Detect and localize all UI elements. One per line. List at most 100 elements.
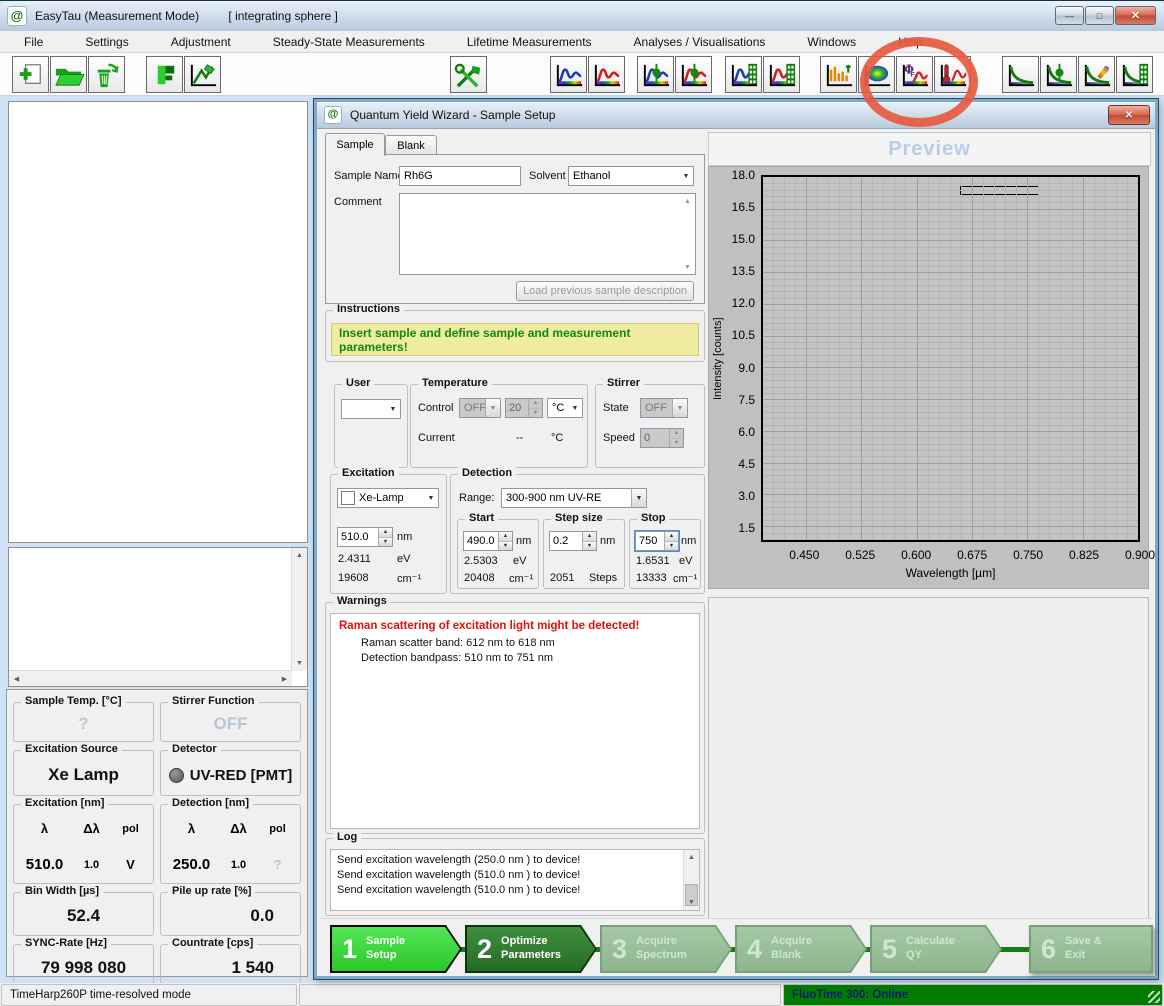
decay-optimize-button[interactable] xyxy=(1040,56,1077,93)
maximize-button[interactable]: □ xyxy=(1085,6,1114,25)
menu-item-adjustment[interactable]: Adjustment xyxy=(167,33,235,51)
scroll-up-icon[interactable]: ▲ xyxy=(292,548,307,563)
scroll-down-icon[interactable]: ▼ xyxy=(292,656,307,671)
emission-series-button[interactable] xyxy=(763,56,800,93)
temperature-setpoint-spinner[interactable]: 20 ▲▼ xyxy=(505,398,543,418)
chevron-down-icon[interactable]: ▼ xyxy=(568,399,582,417)
menu-item-windows[interactable]: Windows xyxy=(803,33,860,51)
stirrer-state-dropdown[interactable]: OFF ▼ xyxy=(640,398,688,418)
menu-item-help[interactable]: Help xyxy=(894,33,927,51)
solvent-dropdown[interactable]: Ethanol ▼ xyxy=(568,166,694,186)
menu-item-analyses-visualisations[interactable]: Analyses / Visualisations xyxy=(630,33,770,51)
stop-wavelength-spinner[interactable]: 750 ▲▼ xyxy=(635,531,679,551)
start-wavelength-spinner[interactable]: 490.0 ▲▼ xyxy=(463,531,513,551)
horizontal-scrollbar[interactable]: ◀ ▶ xyxy=(9,670,292,686)
gridline xyxy=(1105,177,1106,540)
spin-up-icon[interactable]: ▲ xyxy=(499,532,512,542)
resize-grip[interactable] xyxy=(1148,991,1160,1003)
docking-station-icon xyxy=(149,61,181,89)
source-checkbox[interactable] xyxy=(341,491,355,505)
tab-sample[interactable]: Sample xyxy=(325,133,385,156)
spin-up-icon[interactable]: ▲ xyxy=(379,528,392,538)
open-file-button[interactable] xyxy=(50,56,87,93)
emission-spectrum-button[interactable] xyxy=(588,56,625,93)
excitation-source-dropdown[interactable]: Xe-Lamp ▼ xyxy=(337,488,439,508)
menu-item-file[interactable]: File xyxy=(20,33,47,51)
tab-blank[interactable]: Blank xyxy=(385,135,437,156)
log-scrollbar[interactable]: ▲ ▼ xyxy=(683,850,699,910)
detail-list-panel[interactable]: ▲ ▼ ◀ ▶ xyxy=(8,547,308,687)
minimize-button[interactable]: — xyxy=(1055,6,1084,25)
spin-up-icon[interactable]: ▲ xyxy=(670,429,683,439)
connection-status: FluoTime 300: Online xyxy=(783,984,1163,1006)
spin-up-icon[interactable]: ▲ xyxy=(665,532,678,542)
emission-optimize-button[interactable] xyxy=(675,56,712,93)
scroll-right-icon[interactable]: ▶ xyxy=(277,671,292,686)
excitation-spectrum-button[interactable] xyxy=(550,56,587,93)
excitation-series-button[interactable] xyxy=(725,56,762,93)
scroll-up-icon[interactable]: ▲ xyxy=(681,195,694,207)
decay-button[interactable] xyxy=(1002,56,1039,93)
temperature-series-button[interactable] xyxy=(934,56,971,93)
wizard-step-2[interactable]: 2OptimizeParameters xyxy=(465,925,597,973)
scroll-down-icon[interactable]: ▼ xyxy=(684,895,699,910)
delete-file-button[interactable] xyxy=(88,56,125,93)
solvent-value: Ethanol xyxy=(569,170,679,182)
spin-down-icon[interactable]: ▼ xyxy=(583,542,596,551)
detection-range-dropdown[interactable]: 300-900 nm UV-RE ▼ xyxy=(501,488,647,508)
docking-station-button[interactable] xyxy=(146,56,183,93)
stirrer-speed-spinner[interactable]: 0 ▲▼ xyxy=(640,428,684,448)
step-size-spinner[interactable]: 0.2 ▲▼ xyxy=(549,531,597,551)
status-bar-spacer xyxy=(299,984,781,1006)
wizard-step-1[interactable]: 1SampleSetup xyxy=(330,925,462,973)
excitation-wavelength-spinner[interactable]: 510.0 ▲▼ xyxy=(337,527,393,547)
excitation-wavenumber: 19608 xyxy=(338,572,369,584)
excitation-optimize-button[interactable] xyxy=(637,56,674,93)
dialog-title-bar: @ Quantum Yield Wizard - Sample Setup ✕ xyxy=(317,102,1155,129)
quantum-yield-button[interactable]: ΦF xyxy=(896,56,933,93)
chevron-down-icon[interactable]: ▼ xyxy=(631,489,646,507)
menu-item-steady-state-measurements[interactable]: Steady-State Measurements xyxy=(269,33,429,51)
decay-series-button[interactable] xyxy=(1116,56,1153,93)
close-button[interactable]: ✕ xyxy=(1115,6,1156,25)
wizard-step-3[interactable]: 3AcquireSpectrum xyxy=(600,925,732,973)
wizard-step-5[interactable]: 5CalculateQY xyxy=(870,925,1002,973)
user-dropdown[interactable]: ▼ xyxy=(341,399,401,419)
vertical-scrollbar[interactable]: ▲ ▼ xyxy=(291,548,307,671)
warnings-box: Raman scattering of excitation light mig… xyxy=(330,613,700,829)
spin-down-icon[interactable]: ▼ xyxy=(499,542,512,551)
wizard-step-4[interactable]: 4AcquireBlank xyxy=(735,925,867,973)
temperature-control-dropdown[interactable]: OFF ▼ xyxy=(459,398,501,418)
scroll-left-icon[interactable]: ◀ xyxy=(9,671,24,686)
spin-up-icon[interactable]: ▲ xyxy=(529,399,542,409)
measurement-list-panel[interactable] xyxy=(8,101,308,543)
spin-down-icon[interactable]: ▼ xyxy=(665,542,678,551)
wizard-step-6[interactable]: 6Save &Exit xyxy=(1029,925,1153,973)
menu-item-settings[interactable]: Settings xyxy=(81,33,132,51)
spin-up-icon[interactable]: ▲ xyxy=(583,532,596,542)
new-measurement-button[interactable] xyxy=(12,56,49,93)
chevron-down-icon[interactable]: ▼ xyxy=(386,400,400,418)
chevron-down-icon[interactable]: ▼ xyxy=(424,489,438,507)
time-trace-button[interactable] xyxy=(820,56,857,93)
manual-adjustment-button[interactable] xyxy=(184,56,221,93)
spin-down-icon[interactable]: ▼ xyxy=(529,409,542,418)
decay-wavelength-button[interactable] xyxy=(1078,56,1115,93)
temperature-unit-dropdown[interactable]: °C ▼ xyxy=(547,398,583,418)
chevron-down-icon[interactable]: ▼ xyxy=(485,399,500,417)
instrument-settings-button[interactable] xyxy=(450,56,487,93)
scroll-down-icon[interactable]: ▼ xyxy=(681,261,694,273)
chevron-down-icon[interactable]: ▼ xyxy=(672,399,687,417)
menu-item-lifetime-measurements[interactable]: Lifetime Measurements xyxy=(463,33,596,51)
status-bar: TimeHarp260P time-resolved mode FluoTime… xyxy=(0,983,1164,1006)
load-previous-sample-button[interactable]: Load previous sample description xyxy=(516,281,694,301)
dialog-close-button[interactable]: ✕ xyxy=(1108,105,1150,125)
log-box[interactable]: Send excitation wavelength (250.0 nm ) t… xyxy=(330,849,700,911)
scroll-up-icon[interactable]: ▲ xyxy=(684,850,699,865)
spin-down-icon[interactable]: ▼ xyxy=(379,538,392,547)
sample-name-input[interactable] xyxy=(399,166,521,186)
comment-textarea[interactable]: ▲ ▼ xyxy=(399,193,696,275)
chevron-down-icon[interactable]: ▼ xyxy=(679,167,693,185)
tres-map-button[interactable] xyxy=(858,56,895,93)
spin-down-icon[interactable]: ▼ xyxy=(670,439,683,448)
